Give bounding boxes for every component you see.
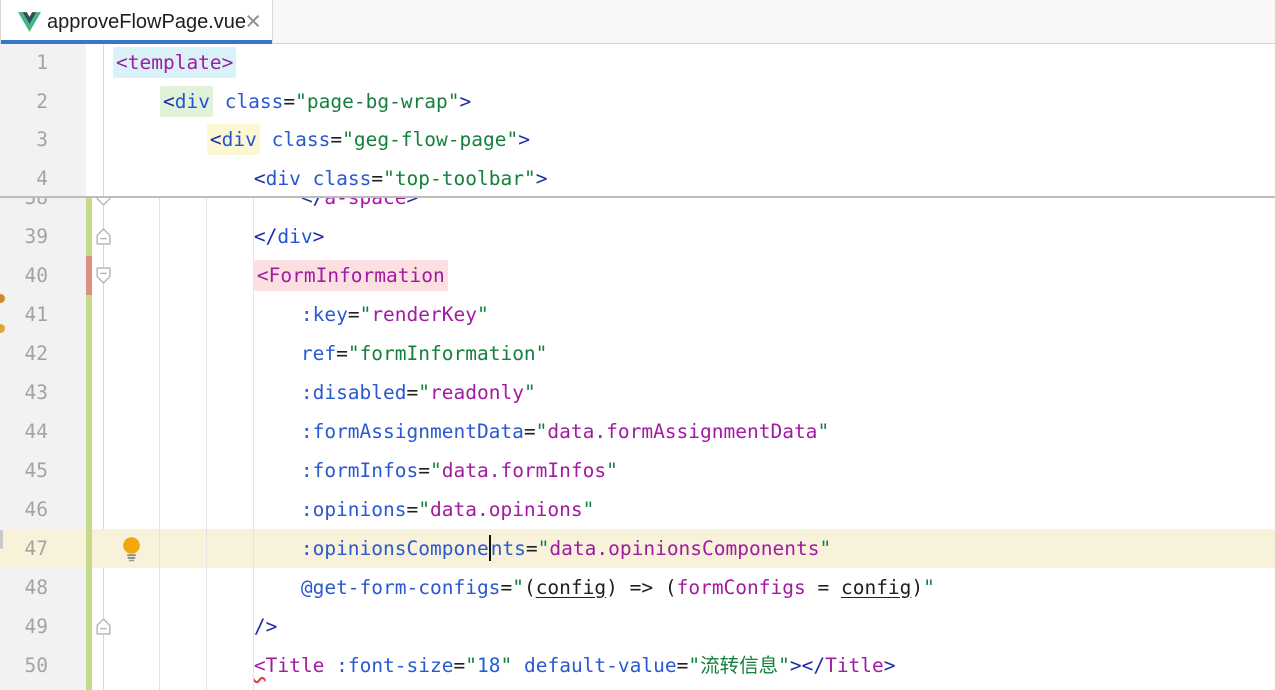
code-text: <template> <box>113 44 236 83</box>
active-tab-indicator <box>1 40 272 44</box>
tag-match-highlight: <FormInformation <box>254 260 448 291</box>
code-line[interactable]: 49 /> <box>0 607 1275 646</box>
code-line[interactable]: 39 </div> <box>0 217 1275 256</box>
editor-tab-bar: approveFlowPage.vue × <box>0 0 1275 44</box>
code-text: @get-form-configs="(config) => (formConf… <box>113 568 935 607</box>
line-number[interactable]: 45 <box>0 451 48 490</box>
code-line[interactable]: 3 <div class="geg-flow-page"> <box>0 121 1275 160</box>
tab-close-icon[interactable]: × <box>245 0 261 44</box>
fold-end-icon[interactable] <box>96 228 111 250</box>
code-text: <div class="page-bg-wrap"> <box>113 83 471 122</box>
code-line[interactable]: 40 <FormInformation <box>0 256 1275 295</box>
sticky-lines-panel: 1<template>2 <div class="page-bg-wrap">3… <box>0 44 1275 198</box>
code-line[interactable]: 42 ref="formInformation" <box>0 334 1275 373</box>
code-text: :disabled="readonly" <box>113 373 536 412</box>
line-number[interactable]: 46 <box>0 490 48 529</box>
tab-approveflowpage[interactable]: approveFlowPage.vue × <box>0 0 273 44</box>
code-line[interactable]: 41 :key="renderKey" <box>0 295 1275 334</box>
fold-end-icon[interactable] <box>96 618 111 640</box>
line-number[interactable]: 48 <box>0 568 48 607</box>
tab-bar-border <box>273 43 1275 44</box>
code-text: <div class="geg-flow-page"> <box>113 121 530 160</box>
edge-scroll-sliver <box>0 530 3 549</box>
tag-match-highlight: <div <box>207 124 260 155</box>
line-number[interactable]: 44 <box>0 412 48 451</box>
code-text: /> <box>113 607 277 646</box>
code-text: ref="formInformation" <box>113 334 547 373</box>
code-line[interactable]: 50 <Title :font-size="18" default-value=… <box>0 646 1275 685</box>
line-number[interactable]: 49 <box>0 607 48 646</box>
intention-bulb-icon[interactable] <box>121 536 142 567</box>
line-number[interactable]: 42 <box>0 334 48 373</box>
code-line[interactable]: 47 :opinionsComponents="data.opinionsCom… <box>0 529 1275 568</box>
ide-window: 38 </a-space>39 </div>40 <FormInformatio… <box>0 0 1275 690</box>
line-number[interactable]: 47 <box>0 529 48 568</box>
code-text: </div> <box>113 217 324 256</box>
line-number[interactable]: 39 <box>0 217 48 256</box>
code-line[interactable]: 46 :opinions="data.opinions" <box>0 490 1275 529</box>
sticky-separator <box>0 196 1275 198</box>
line-number[interactable]: 40 <box>0 256 48 295</box>
fold-start-icon[interactable] <box>96 267 111 289</box>
line-number[interactable]: 50 <box>0 646 48 685</box>
code-text: <Title :font-size="18" default-value="流转… <box>113 646 896 685</box>
code-text: :opinions="data.opinions" <box>113 490 594 529</box>
line-number[interactable]: 41 <box>0 295 48 334</box>
tab-title: approveFlowPage.vue <box>47 0 246 44</box>
code-text: :opinionsComponents="data.opinionsCompon… <box>113 529 831 568</box>
code-line[interactable]: 4 <div class="top-toolbar"> <box>0 160 1275 199</box>
code-line[interactable]: 2 <div class="page-bg-wrap"> <box>0 83 1275 122</box>
code-line[interactable]: 44 :formAssignmentData="data.formAssignm… <box>0 412 1275 451</box>
line-number[interactable]: 3 <box>0 121 48 160</box>
code-text: <FormInformation <box>113 256 448 295</box>
vue-file-icon <box>18 12 41 37</box>
code-text: :formAssignmentData="data.formAssignment… <box>113 412 829 451</box>
line-number[interactable]: 1 <box>0 44 48 83</box>
line-number[interactable]: 43 <box>0 373 48 412</box>
code-text: <div class="top-toolbar"> <box>113 160 547 199</box>
code-line[interactable]: 43 :disabled="readonly" <box>0 373 1275 412</box>
tag-match-highlight: <template> <box>113 47 236 78</box>
code-line[interactable]: 45 :formInfos="data.formInfos" <box>0 451 1275 490</box>
code-line[interactable]: 48 @get-form-configs="(config) => (formC… <box>0 568 1275 607</box>
code-text: :formInfos="data.formInfos" <box>113 451 618 490</box>
line-number[interactable]: 2 <box>0 83 48 122</box>
code-line[interactable]: 1 <template> <box>0 44 1275 83</box>
line-number[interactable]: 4 <box>0 160 48 199</box>
tag-match-highlight: <div <box>160 86 213 117</box>
code-text: :key="renderKey" <box>113 295 489 334</box>
